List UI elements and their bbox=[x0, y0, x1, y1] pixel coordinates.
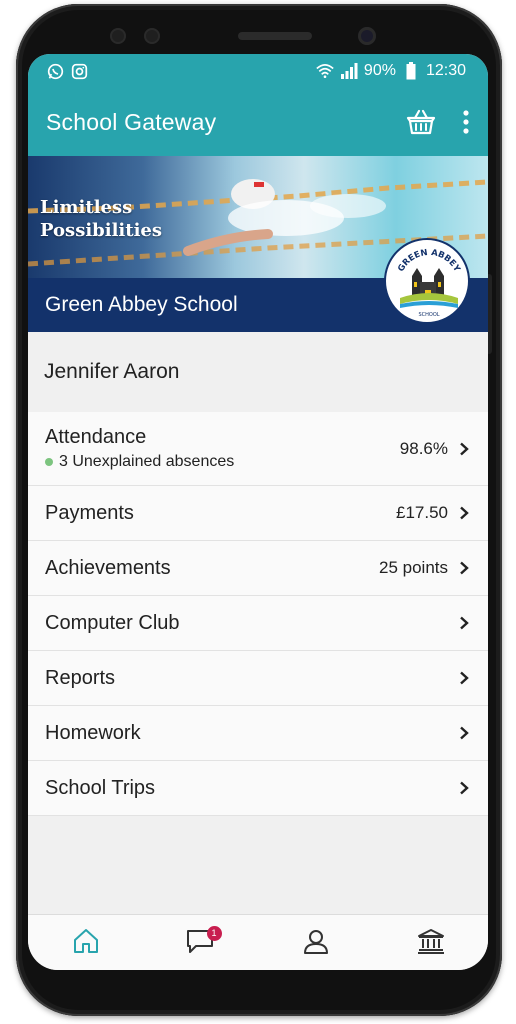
chevron-right-icon bbox=[458, 506, 470, 520]
more-vertical-icon[interactable] bbox=[462, 110, 470, 134]
logo-school-text: SCHOOL bbox=[418, 312, 439, 318]
status-bar: 90% 12:30 bbox=[28, 54, 488, 88]
tagline-line1: Limitless bbox=[40, 197, 133, 218]
school-banner: Limitless Possibilities Green Abbey Scho… bbox=[28, 156, 488, 332]
menu-label: Attendance bbox=[45, 426, 147, 448]
student-name: Jennifer Aaron bbox=[44, 360, 180, 383]
menu-item-achievements[interactable]: Achievements 25 points bbox=[28, 541, 488, 596]
attendance-subtext: 3 Unexplained absences bbox=[45, 453, 234, 471]
school-logo: GREEN ABBEY SCHOOL bbox=[384, 238, 470, 324]
app-title: School Gateway bbox=[46, 108, 217, 135]
profile-icon bbox=[303, 928, 329, 958]
battery-icon bbox=[402, 62, 420, 80]
menu-item-homework[interactable]: Homework bbox=[28, 706, 488, 761]
chevron-right-icon bbox=[458, 442, 470, 456]
achievements-value: 25 points bbox=[379, 558, 448, 577]
attendance-value: 98.6% bbox=[399, 438, 448, 458]
menu-item-school-trips[interactable]: School Trips bbox=[28, 761, 488, 816]
nav-school[interactable] bbox=[406, 923, 456, 963]
menu-label: Payments bbox=[45, 501, 134, 524]
app-bar: School Gateway bbox=[28, 88, 488, 156]
status-dot-icon bbox=[45, 458, 53, 466]
svg-text:GREEN ABBEY: GREEN ABBEY bbox=[396, 248, 462, 275]
menu-item-reports[interactable]: Reports bbox=[28, 651, 488, 706]
menu-label: Achievements bbox=[45, 556, 171, 579]
messages-badge: 1 bbox=[206, 925, 222, 941]
menu-label: School Trips bbox=[45, 776, 156, 799]
bottom-navigation: 1 bbox=[28, 914, 488, 970]
logo-arc-text: GREEN ABBEY bbox=[396, 248, 462, 275]
school-name: Green Abbey School bbox=[45, 293, 238, 316]
chevron-right-icon bbox=[458, 671, 470, 685]
menu-label: Homework bbox=[45, 721, 141, 744]
menu-label: Reports bbox=[45, 666, 116, 689]
menu-label: Computer Club bbox=[45, 611, 180, 634]
tagline-line2: Possibilities bbox=[40, 220, 163, 241]
menu-item-attendance[interactable]: Attendance 3 Unexplained absences 98.6% bbox=[28, 412, 488, 486]
menu-item-payments[interactable]: Payments £17.50 bbox=[28, 486, 488, 541]
app-screen: 90% 12:30 School Gateway Limitless Possi… bbox=[28, 54, 488, 970]
chevron-right-icon bbox=[458, 726, 470, 740]
earpiece-speaker bbox=[238, 32, 312, 40]
front-camera bbox=[358, 27, 376, 45]
clock: 12:30 bbox=[425, 62, 466, 79]
chevron-right-icon bbox=[458, 616, 470, 630]
unexplained-absences: 3 Unexplained absences bbox=[59, 453, 235, 470]
wifi-icon bbox=[316, 62, 334, 80]
nav-messages[interactable]: 1 bbox=[176, 923, 226, 963]
menu-list: Attendance 3 Unexplained absences 98.6% … bbox=[28, 412, 488, 816]
nav-profile[interactable] bbox=[291, 923, 341, 963]
instagram-icon bbox=[70, 62, 88, 80]
sensor-icon bbox=[110, 28, 126, 44]
student-name-row[interactable]: Jennifer Aaron bbox=[28, 332, 488, 412]
battery-percent: 90% bbox=[363, 62, 396, 79]
sensor-icon bbox=[144, 28, 160, 44]
signal-icon bbox=[340, 62, 358, 80]
chevron-right-icon bbox=[458, 781, 470, 795]
home-icon bbox=[72, 928, 100, 958]
school-icon bbox=[417, 928, 445, 958]
chevron-right-icon bbox=[458, 561, 470, 575]
banner-tagline: Limitless Possibilities bbox=[40, 196, 162, 242]
nav-home[interactable] bbox=[61, 923, 111, 963]
menu-item-computer-club[interactable]: Computer Club bbox=[28, 596, 488, 651]
basket-icon[interactable] bbox=[406, 109, 436, 135]
whatsapp-icon bbox=[46, 62, 64, 80]
payments-value: £17.50 bbox=[396, 503, 448, 522]
